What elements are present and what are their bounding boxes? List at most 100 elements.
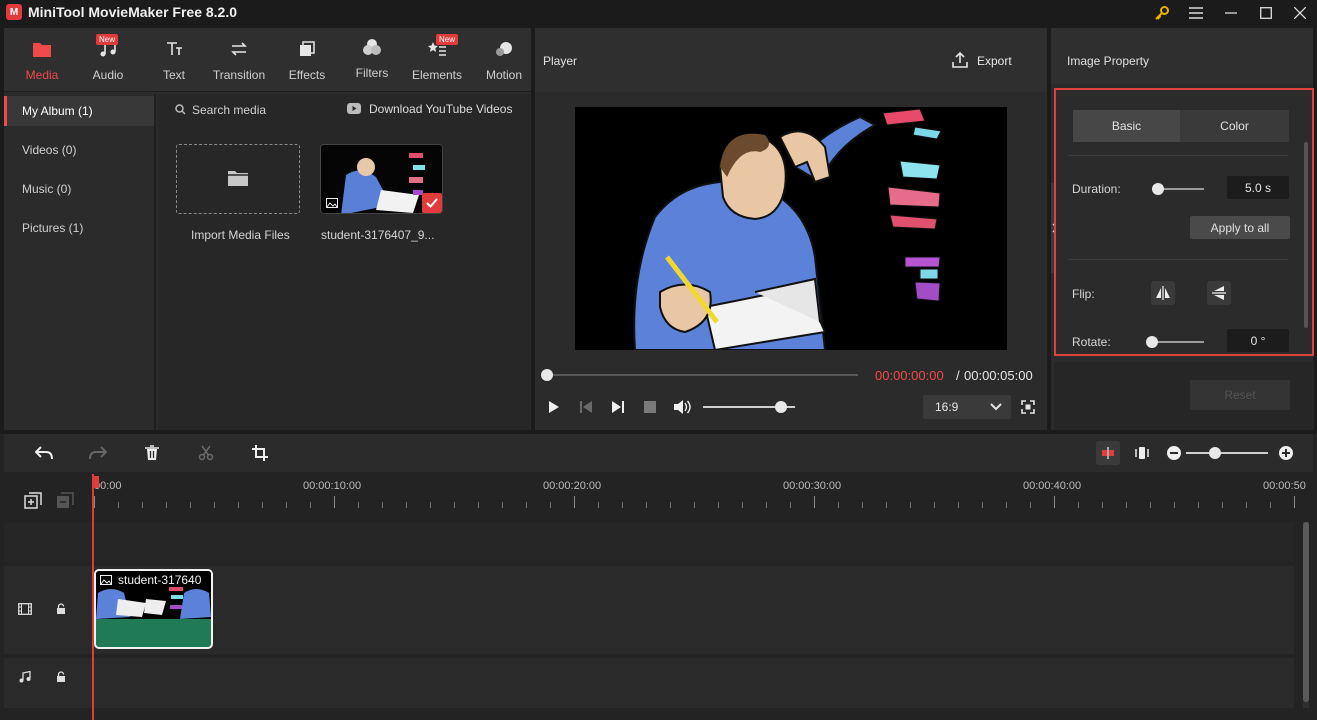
ruler-tick — [166, 502, 167, 508]
playhead[interactable] — [92, 474, 94, 720]
timeline-toolbar — [4, 434, 1313, 472]
album-item-videos[interactable]: Videos (0) — [4, 135, 154, 165]
ruler-tick — [910, 502, 911, 508]
tab-text[interactable]: Text — [150, 28, 198, 92]
reset-button[interactable]: Reset — [1190, 380, 1290, 410]
redo-icon[interactable] — [86, 441, 110, 465]
flip-horizontal-icon[interactable] — [1151, 281, 1175, 305]
rotate-slider-handle[interactable] — [1146, 336, 1158, 348]
divider — [1068, 155, 1288, 156]
ruler-tick — [1078, 502, 1079, 508]
previous-frame-icon[interactable] — [577, 398, 595, 416]
ruler-tick — [1030, 502, 1031, 508]
next-frame-icon[interactable] — [609, 398, 627, 416]
player-header: Player Export — [535, 28, 1047, 92]
add-track-icon[interactable] — [22, 490, 44, 512]
video-preview — [575, 107, 1007, 350]
ruler-tick — [622, 502, 623, 508]
media-tab-bar: Media Audio New Text Transition Effects — [4, 28, 531, 92]
ruler-tick — [1102, 502, 1103, 508]
import-media-button[interactable] — [176, 144, 300, 214]
zoom-slider-handle[interactable] — [1208, 447, 1221, 459]
apply-to-all-button[interactable]: Apply to all — [1190, 216, 1290, 239]
ruler-tick — [310, 502, 311, 508]
import-media-label: Import Media Files — [191, 228, 290, 242]
ruler-tick — [1270, 502, 1271, 508]
ruler-tick — [406, 502, 407, 508]
maximize-icon[interactable] — [1249, 0, 1283, 26]
stop-icon[interactable] — [641, 398, 659, 416]
key-icon[interactable] — [1145, 0, 1179, 26]
flip-vertical-icon[interactable] — [1207, 281, 1231, 305]
ruler-label: 00:00:20:00 — [543, 480, 602, 492]
fit-timeline-icon[interactable] — [1130, 441, 1154, 465]
ruler-tick — [430, 502, 431, 508]
tab-media[interactable]: Media — [16, 28, 68, 92]
volume-handle[interactable] — [775, 401, 788, 413]
rotate-slider-track[interactable] — [1152, 341, 1204, 343]
ruler-tick — [358, 502, 359, 508]
search-icon[interactable] — [174, 103, 186, 115]
media-search-row: Search media Download YouTube Videos — [158, 94, 531, 124]
undo-icon[interactable] — [32, 441, 56, 465]
tab-motion[interactable]: Motion — [478, 28, 530, 92]
property-scrollbar[interactable] — [1304, 142, 1308, 328]
lock-icon[interactable] — [52, 600, 70, 618]
ruler-tick — [550, 502, 551, 508]
close-icon[interactable] — [1283, 0, 1317, 26]
rotate-input[interactable]: 0 ° — [1227, 329, 1289, 352]
tab-color[interactable]: Color — [1180, 110, 1289, 142]
fullscreen-icon[interactable] — [1019, 398, 1037, 416]
search-input[interactable]: Search media — [192, 103, 266, 117]
chevron-down-icon — [990, 401, 1002, 415]
remove-track-icon[interactable] — [54, 490, 76, 512]
volume-icon[interactable] — [672, 398, 692, 416]
tab-filters[interactable]: Filters — [348, 28, 396, 92]
crop-icon[interactable] — [248, 441, 272, 465]
timeline-clip[interactable]: student-317640 — [94, 569, 213, 649]
timeline-scrollbar[interactable] — [1303, 522, 1309, 708]
ruler-tick — [454, 502, 455, 508]
zoom-in-icon[interactable] — [1279, 446, 1293, 460]
album-item-pictures[interactable]: Pictures (1) — [4, 213, 154, 243]
flip-label: Flip: — [1072, 287, 1095, 301]
filters-icon — [361, 38, 383, 60]
ruler-tick — [838, 502, 839, 508]
scissors-icon[interactable] — [194, 441, 218, 465]
download-youtube-link[interactable]: Download YouTube Videos — [369, 102, 512, 116]
duration-slider-handle[interactable] — [1152, 183, 1165, 195]
snap-icon[interactable] — [1096, 441, 1120, 465]
ruler-tick — [814, 496, 815, 508]
playhead-handle[interactable] — [92, 476, 99, 488]
album-item-my-album[interactable]: My Album (1) — [4, 96, 154, 126]
delete-icon[interactable] — [140, 441, 164, 465]
app-logo-icon: M — [6, 4, 22, 20]
timeline-scrollbar-thumb[interactable] — [1303, 522, 1309, 702]
menu-icon[interactable] — [1179, 0, 1213, 26]
zoom-slider-track[interactable] — [1186, 452, 1268, 454]
album-item-music[interactable]: Music (0) — [4, 174, 154, 204]
ruler-tick — [334, 496, 335, 508]
tab-effects[interactable]: Effects — [282, 28, 332, 92]
minimize-icon[interactable] — [1214, 0, 1248, 26]
export-button[interactable]: Export — [977, 54, 1012, 68]
tab-transition[interactable]: Transition — [206, 28, 272, 92]
lock-icon[interactable] — [52, 668, 70, 686]
audio-track-icon — [16, 668, 34, 686]
duration-input[interactable]: 5.0 s — [1227, 176, 1289, 199]
export-icon — [951, 51, 969, 72]
current-time: 00:00:00:00 — [875, 368, 944, 383]
ruler-tick — [598, 502, 599, 508]
aspect-ratio-select[interactable]: 16:9 — [923, 395, 1011, 419]
duration-label: Duration: — [1072, 182, 1121, 196]
ruler-tick — [742, 502, 743, 508]
player-panel: Player Export 00:00:00:00 / 00:00:05:00 … — [535, 28, 1047, 430]
play-icon[interactable] — [545, 398, 563, 416]
zoom-out-icon[interactable] — [1167, 446, 1181, 460]
effects-icon — [296, 40, 318, 62]
playback-progress-handle[interactable] — [541, 369, 553, 381]
ruler-label: 00:00:30:00 — [783, 480, 842, 492]
playback-progress-track[interactable] — [547, 374, 858, 376]
tab-basic[interactable]: Basic — [1073, 110, 1180, 142]
media-thumbnail[interactable] — [320, 144, 443, 214]
